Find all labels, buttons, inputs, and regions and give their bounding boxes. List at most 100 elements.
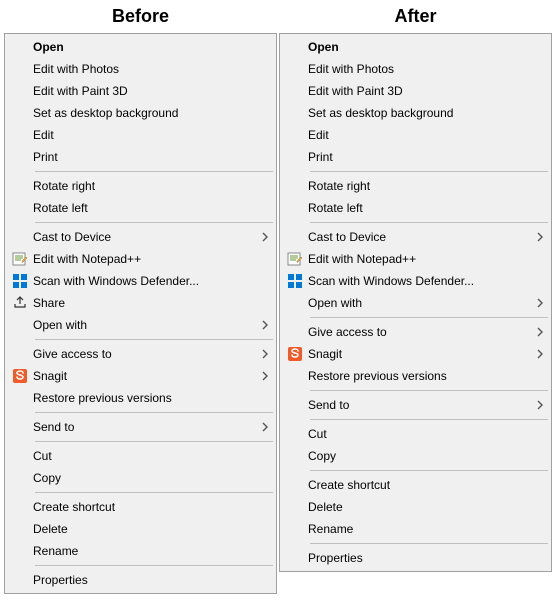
menu-item-cut[interactable]: Cut [282,423,549,445]
menu-item-edit-with-paint-3d[interactable]: Edit with Paint 3D [7,80,274,102]
submenu-chevron-icon [531,349,549,359]
menu-separator [310,543,548,544]
menu-item-cast-to-device[interactable]: Cast to Device [7,226,274,248]
icon-slot-empty [7,540,33,562]
menu-item-label: Cut [33,449,256,463]
menu-item-scan-with-windows-defender[interactable]: Scan with Windows Defender... [7,270,274,292]
before-heading: Before [4,6,277,27]
icon-slot-empty [7,80,33,102]
menu-item-label: Set as desktop background [33,106,256,120]
icon-slot-empty [7,102,33,124]
icon-slot-empty [7,197,33,219]
menu-item-print[interactable]: Print [282,146,549,168]
before-column: Before OpenEdit with Photos Edit with Pai… [4,4,277,594]
icon-slot-empty [282,496,308,518]
icon-slot-empty [282,365,308,387]
menu-item-edit-with-photos[interactable]: Edit with Photos [282,58,549,80]
menu-item-print[interactable]: Print [7,146,274,168]
menu-item-label: Send to [33,420,256,434]
submenu-chevron-icon [256,422,274,432]
icon-slot-empty [7,518,33,540]
menu-item-label: Edit with Notepad++ [33,252,256,266]
menu-item-cast-to-device[interactable]: Cast to Device [282,226,549,248]
windows-defender-icon [282,270,308,292]
icon-slot-empty [282,474,308,496]
menu-item-give-access-to[interactable]: Give access to [7,343,274,365]
icon-slot-empty [282,423,308,445]
menu-separator [35,222,273,223]
icon-slot-empty [7,445,33,467]
menu-item-label: Edit with Paint 3D [33,84,256,98]
menu-item-edit-with-notepad[interactable]: Edit with Notepad++ [282,248,549,270]
menu-item-properties[interactable]: Properties [282,547,549,569]
icon-slot-empty [282,197,308,219]
menu-item-rotate-right[interactable]: Rotate right [7,175,274,197]
menu-item-edit-with-paint-3d[interactable]: Edit with Paint 3D [282,80,549,102]
menu-item-create-shortcut[interactable]: Create shortcut [7,496,274,518]
menu-item-rename[interactable]: Rename [7,540,274,562]
menu-separator [310,390,548,391]
menu-item-rename[interactable]: Rename [282,518,549,540]
menu-item-rotate-left[interactable]: Rotate left [7,197,274,219]
menu-item-delete[interactable]: Delete [282,496,549,518]
menu-item-label: Open [308,40,531,54]
menu-item-label: Send to [308,398,531,412]
menu-separator [310,317,548,318]
menu-item-label: Cut [308,427,531,441]
icon-slot-empty [282,58,308,80]
menu-item-send-to[interactable]: Send to [7,416,274,438]
menu-item-label: Rotate right [33,179,256,193]
menu-item-label: Print [308,150,531,164]
icon-slot-empty [282,80,308,102]
menu-item-restore-previous-versions[interactable]: Restore previous versions [7,387,274,409]
menu-item-rotate-right[interactable]: Rotate right [282,175,549,197]
menu-item-send-to[interactable]: Send to [282,394,549,416]
menu-separator [35,339,273,340]
menu-item-edit-with-notepad[interactable]: Edit with Notepad++ [7,248,274,270]
menu-item-edit-with-photos[interactable]: Edit with Photos [7,58,274,80]
menu-item-restore-previous-versions[interactable]: Restore previous versions [282,365,549,387]
icon-slot-empty [7,496,33,518]
menu-item-edit[interactable]: Edit [7,124,274,146]
menu-item-label: Properties [33,573,256,587]
menu-item-edit[interactable]: Edit [282,124,549,146]
menu-item-cut[interactable]: Cut [7,445,274,467]
menu-item-open[interactable]: Open [7,36,274,58]
menu-item-label: Scan with Windows Defender... [33,274,256,288]
menu-item-scan-with-windows-defender[interactable]: Scan with Windows Defender... [282,270,549,292]
icon-slot-empty [7,175,33,197]
menu-item-create-shortcut[interactable]: Create shortcut [282,474,549,496]
menu-item-label: Rotate right [308,179,531,193]
after-heading: After [279,6,552,27]
menu-item-copy[interactable]: Copy [282,445,549,467]
context-menu-before: OpenEdit with Photos Edit with Paint 3D Se… [4,33,277,594]
menu-item-label: Rotate left [308,201,531,215]
menu-item-open-with[interactable]: Open with [7,314,274,336]
icon-slot-empty [7,58,33,80]
menu-separator [310,222,548,223]
menu-item-snagit[interactable]: Snagit [7,365,274,387]
menu-item-label: Rotate left [33,201,256,215]
menu-item-share[interactable]: Share [7,292,274,314]
menu-item-properties[interactable]: Properties [7,569,274,591]
menu-item-snagit[interactable]: Snagit [282,343,549,365]
menu-item-rotate-left[interactable]: Rotate left [282,197,549,219]
icon-slot-empty [7,416,33,438]
menu-item-open[interactable]: Open [282,36,549,58]
menu-item-set-as-desktop-background[interactable]: Set as desktop background [7,102,274,124]
icon-slot-empty [282,547,308,569]
menu-item-label: Delete [33,522,256,536]
submenu-chevron-icon [531,327,549,337]
menu-item-copy[interactable]: Copy [7,467,274,489]
icon-slot-empty [7,146,33,168]
icon-slot-empty [282,292,308,314]
menu-item-set-as-desktop-background[interactable]: Set as desktop background [282,102,549,124]
icon-slot-empty [282,175,308,197]
menu-item-delete[interactable]: Delete [7,518,274,540]
menu-item-label: Print [33,150,256,164]
icon-slot-empty [7,387,33,409]
menu-item-open-with[interactable]: Open with [282,292,549,314]
menu-item-give-access-to[interactable]: Give access to [282,321,549,343]
menu-separator [310,470,548,471]
icon-slot-empty [282,394,308,416]
